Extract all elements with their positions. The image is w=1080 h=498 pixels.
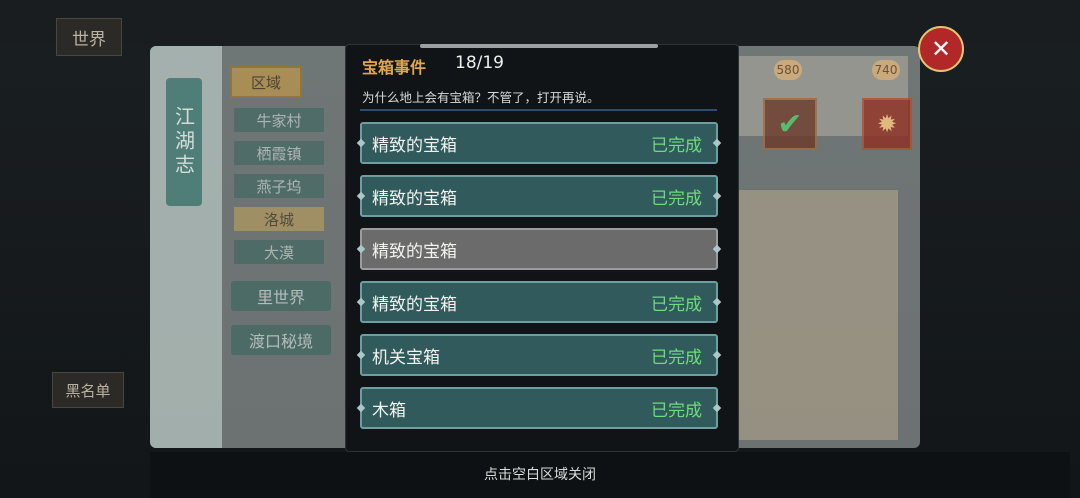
list-item[interactable]: 机关宝箱 已完成 (360, 334, 718, 376)
modal-title: 宝箱事件 (362, 58, 427, 77)
list-item[interactable]: 精致的宝箱 已完成 (360, 281, 718, 323)
reward-gem-icon[interactable]: ✹ (862, 98, 912, 150)
list-item-incomplete[interactable]: 精致的宝箱 (360, 228, 718, 270)
region-item[interactable]: 燕子坞 (234, 174, 324, 198)
modal-subtitle: 为什么地上会有宝箱？不管了，打开再说。 (362, 90, 600, 105)
reward-claimed-icon[interactable]: ✔ (763, 98, 817, 150)
milestone-badge: 580 (774, 60, 802, 80)
list-item[interactable]: 精致的宝箱 已完成 (360, 122, 718, 164)
region-header: 区域 (230, 66, 302, 98)
item-status: 已完成 (651, 135, 702, 156)
map-view (738, 190, 898, 440)
close-icon[interactable]: ✕ (918, 26, 964, 72)
region-list: 区域 牛家村 栖霞镇 燕子坞 洛城 大漠 (230, 66, 324, 273)
list-item[interactable]: 木箱 已完成 (360, 387, 718, 429)
journal-title: 江湖志 (166, 78, 202, 206)
list-item[interactable]: 精致的宝箱 已完成 (360, 175, 718, 217)
divider (360, 109, 717, 111)
item-status: 已完成 (651, 347, 702, 368)
item-name: 精致的宝箱 (372, 135, 457, 156)
item-name: 精致的宝箱 (372, 188, 457, 209)
item-status: 已完成 (651, 294, 702, 315)
region-item-selected[interactable]: 洛城 (234, 207, 324, 231)
item-status: 已完成 (651, 400, 702, 421)
progress-count: 18/19 (455, 53, 504, 73)
region-item[interactable]: 大漠 (234, 240, 324, 264)
top-bar (0, 0, 1080, 44)
item-status: 已完成 (651, 188, 702, 209)
world-button[interactable]: 世界 (56, 18, 122, 56)
region-item[interactable]: 牛家村 (234, 108, 324, 132)
item-name: 精致的宝箱 (372, 241, 457, 262)
drag-handle[interactable] (420, 44, 658, 48)
close-hint: 点击空白区域关闭 (484, 467, 596, 483)
blacklist-button[interactable]: 黑名单 (52, 372, 124, 408)
ferry-secret-button[interactable]: 渡口秘境 (231, 325, 331, 355)
inner-world-button[interactable]: 里世界 (231, 281, 331, 311)
item-name: 木箱 (372, 400, 406, 421)
item-name: 精致的宝箱 (372, 294, 457, 315)
chest-list: 精致的宝箱 已完成 精致的宝箱 已完成 精致的宝箱 精致的宝箱 已完成 机关宝箱… (360, 122, 718, 440)
region-item[interactable]: 栖霞镇 (234, 141, 324, 165)
item-name: 机关宝箱 (372, 347, 440, 368)
milestone-badge: 740 (872, 60, 900, 80)
